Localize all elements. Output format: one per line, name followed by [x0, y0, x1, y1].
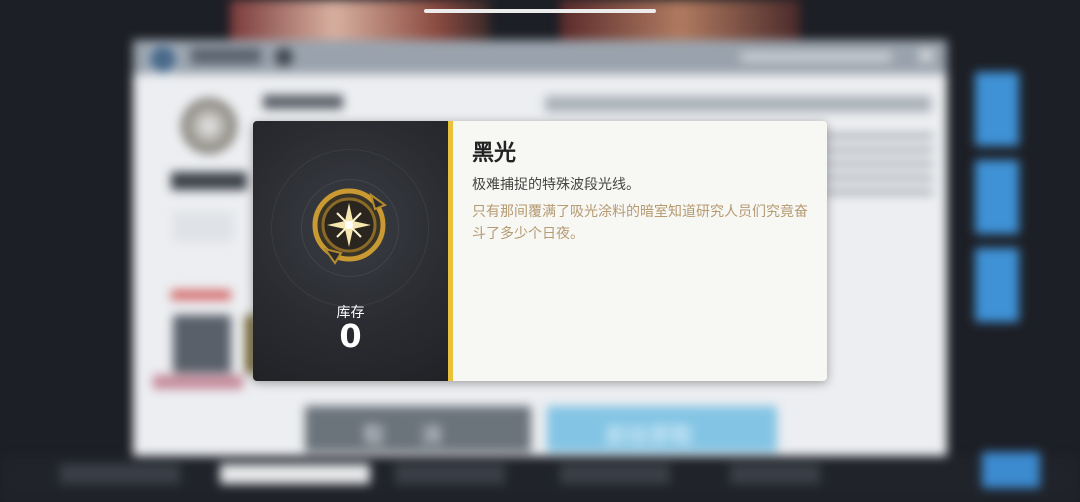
- home-indicator[interactable]: [424, 9, 656, 13]
- material-count-strip: [153, 375, 243, 389]
- item-flavor-text: 只有那间覆满了吸光涂料的暗室知道研究人员们究竟奋斗了多少个日夜。: [472, 204, 808, 242]
- bottom-nav-item[interactable]: [220, 464, 370, 484]
- dialog-header-title: [191, 48, 261, 64]
- character-emblem: [181, 98, 237, 154]
- section-header-bar: [545, 96, 931, 112]
- dialog-header-icon: [147, 43, 179, 75]
- character-name: [263, 95, 343, 109]
- bottom-nav-item[interactable]: [560, 464, 670, 484]
- stat-block: [173, 212, 233, 242]
- side-add-button[interactable]: [975, 160, 1019, 234]
- background-art: [560, 0, 800, 40]
- black-light-emblem-icon: [312, 188, 388, 265]
- side-add-button[interactable]: [975, 72, 1019, 146]
- bottom-nav-item[interactable]: [60, 464, 180, 484]
- description-text-block: [823, 124, 933, 194]
- item-description: 极难捕捉的特殊波段光线。: [472, 177, 640, 193]
- item-icon-panel: 库存 0: [253, 121, 448, 381]
- dialog-header-hint: [741, 52, 891, 62]
- gold-divider: [448, 121, 453, 381]
- bottom-nav-item[interactable]: [395, 464, 505, 484]
- material-card[interactable]: [173, 315, 231, 373]
- bottom-confirm-button[interactable]: [982, 452, 1040, 488]
- item-name: 黑光: [472, 141, 517, 166]
- cancel-button-label: 取 消: [363, 424, 456, 449]
- requirement-label: [171, 290, 231, 300]
- close-icon[interactable]: ✕: [915, 42, 937, 72]
- go-obtain-button-label: 前往获取: [605, 424, 694, 449]
- character-tag: [171, 172, 247, 190]
- background-art: [230, 0, 490, 40]
- bottom-nav-item[interactable]: [730, 464, 820, 484]
- dialog-header: ✕: [133, 40, 947, 75]
- side-add-button[interactable]: [975, 248, 1019, 322]
- stock-count: 0: [339, 317, 362, 355]
- help-icon[interactable]: [275, 48, 293, 66]
- item-tooltip: 库存 0 黑光 极难捕捉的特殊波段光线。 只有那间覆满了吸光涂料的暗室知道研究人…: [253, 121, 827, 381]
